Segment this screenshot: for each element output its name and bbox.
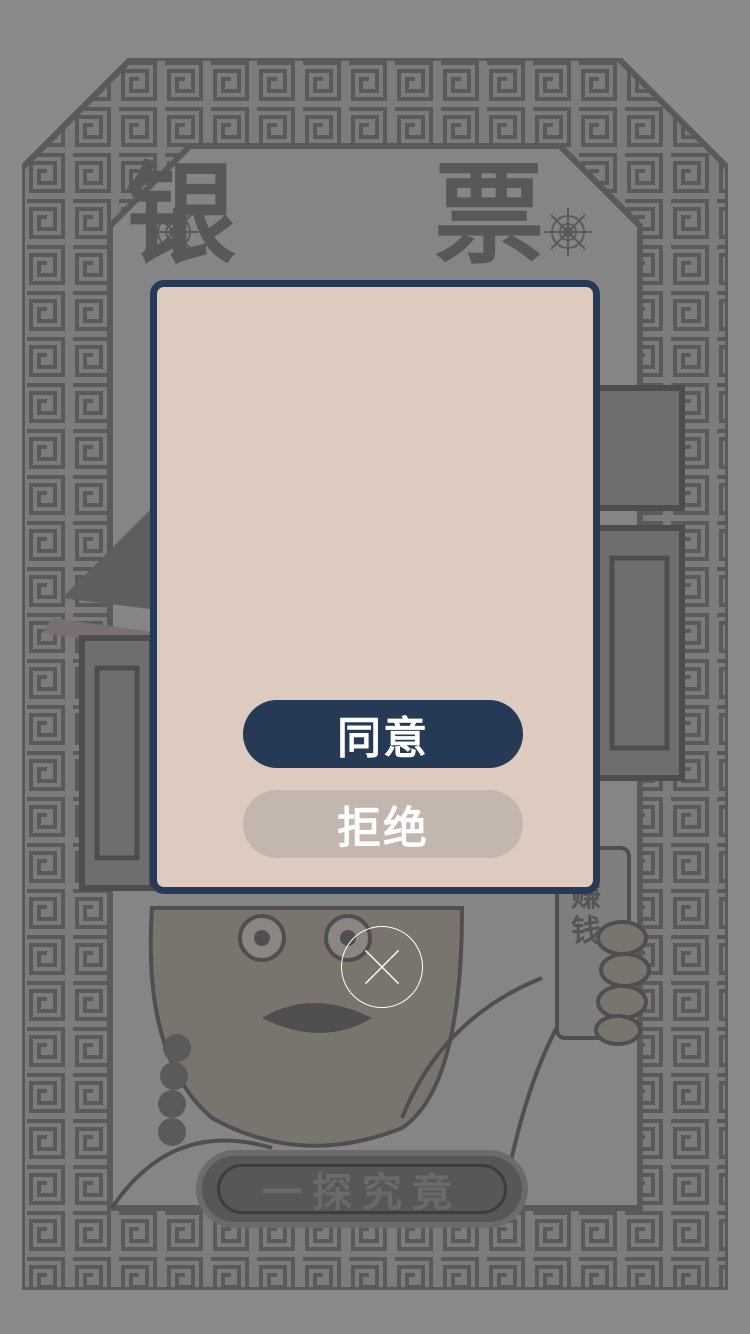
consent-dialog: 同意 拒绝 <box>150 280 600 894</box>
screen: 银 票 赚钱 一探究竟 同意 拒绝 <box>0 0 750 1334</box>
refuse-button[interactable]: 拒绝 <box>243 790 523 858</box>
close-icon <box>364 949 400 985</box>
poster-title: 银 票 <box>125 150 625 279</box>
explore-banner-label: 一探究竟 <box>217 1164 507 1216</box>
close-button[interactable] <box>341 926 423 1008</box>
explore-banner: 一探究竟 <box>196 1150 528 1228</box>
agree-button[interactable]: 同意 <box>243 700 523 768</box>
